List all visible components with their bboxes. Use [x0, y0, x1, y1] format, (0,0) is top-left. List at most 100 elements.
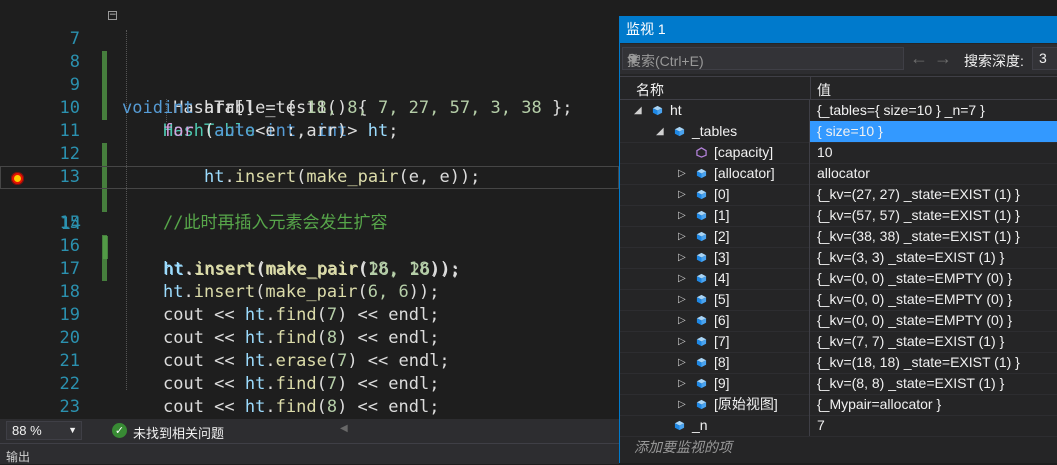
watch-row[interactable]: ▷ [9] {_kv=(8, 8) _state=EXIST (1) }	[620, 373, 1057, 395]
editor-status-bar: 88 % ▼ ✓ 未找到相关问题 ◀	[0, 419, 619, 443]
chevron-down-icon: ▼	[68, 425, 77, 435]
watch-row[interactable]: ▷ [0] {_kv=(27, 27) _state=EXIST (1) }	[620, 184, 1057, 206]
expand-arrow-icon[interactable]: ▷	[678, 310, 686, 331]
watch-row-name: _n	[692, 417, 708, 433]
watch-row-value[interactable]: {_kv=(18, 18) _state=EXIST (1) }	[817, 352, 1020, 373]
watch-row-name-cell: ▷ [9]	[620, 373, 810, 394]
watch-row-value[interactable]: {_kv=(57, 57) _state=EXIST (1) }	[817, 205, 1020, 226]
watch-toolbar: 搜索(Ctrl+E) ⚲ ▼ ← → 搜索深度: 3	[620, 44, 1057, 74]
watch-row-value[interactable]: { size=10 }	[817, 121, 883, 142]
back-arrow-icon[interactable]: ←	[910, 48, 928, 68]
check-icon: ✓	[112, 423, 127, 438]
object-cube-icon	[696, 168, 707, 179]
watch-row-name-cell: ▷ [1]	[620, 205, 810, 226]
code-line: 12	[0, 120, 619, 189]
forward-arrow-icon[interactable]: →	[934, 48, 952, 68]
breakpoint-icon[interactable]	[11, 172, 24, 185]
watch-row-name: [4]	[714, 270, 730, 286]
column-name-header[interactable]: 名称	[636, 80, 664, 100]
expand-arrow-icon[interactable]: ▷	[678, 247, 686, 268]
watch-row[interactable]: [capacity] 10	[620, 142, 1057, 164]
watch-row[interactable]: ◢ ht {_tables={ size=10 } _n=7 }	[620, 100, 1057, 122]
watch-row[interactable]: ▷ [4] {_kv=(0, 0) _state=EMPTY (0) }	[620, 268, 1057, 290]
collapse-arrow-icon[interactable]: ◢	[634, 100, 642, 121]
watch-row-name: [3]	[714, 249, 730, 265]
output-panel-tab[interactable]: 输出	[0, 443, 619, 464]
watch-row[interactable]: ▷ [3] {_kv=(3, 3) _state=EXIST (1) }	[620, 247, 1057, 269]
watch-row[interactable]: ▷ [1] {_kv=(57, 57) _state=EXIST (1) }	[620, 205, 1057, 227]
code-line: 17	[0, 235, 619, 279]
watch-row-value[interactable]: {_kv=(0, 0) _state=EMPTY (0) }	[817, 310, 1012, 331]
watch-row-name: [0]	[714, 186, 730, 202]
watch-row-name-cell: ▷ [原始视图]	[620, 394, 810, 415]
watch-row-value[interactable]: {_kv=(7, 7) _state=EXIST (1) }	[817, 331, 1004, 352]
expand-arrow-icon[interactable]: ▷	[678, 289, 686, 310]
watch-row[interactable]: _n 7	[620, 415, 1057, 437]
expand-arrow-icon[interactable]: ▷	[678, 205, 686, 226]
watch-row[interactable]: ▷ [2] {_kv=(38, 38) _state=EXIST (1) }	[620, 226, 1057, 248]
watch-row-name: [capacity]	[714, 144, 774, 160]
code-line: 16 ht.insert(make_pair(6, 6));	[0, 212, 619, 302]
watch-row[interactable]: ▷ [8] {_kv=(18, 18) _state=EXIST (1) }	[620, 352, 1057, 374]
expand-arrow-icon[interactable]: ▷	[678, 268, 686, 289]
issues-status[interactable]: 未找到相关问题	[133, 423, 224, 442]
search-depth-label: 搜索深度:	[964, 53, 1024, 69]
watch-row-value[interactable]: {_kv=(0, 0) _state=EMPTY (0) }	[817, 289, 1012, 310]
watch-row-value[interactable]: {_kv=(38, 38) _state=EXIST (1) }	[817, 226, 1020, 247]
scroll-left-icon[interactable]: ◀	[340, 423, 348, 434]
code-line: 13 //此时再插入元素会发生扩容	[0, 143, 619, 233]
code-line: 24	[0, 396, 619, 419]
watch-row-value[interactable]: {_kv=(27, 27) _state=EXIST (1) }	[817, 184, 1020, 205]
watch-row-value[interactable]: 10	[817, 142, 833, 163]
watch-row-value[interactable]: {_tables={ size=10 } _n=7 }	[817, 100, 985, 121]
watch-header: 名称 值	[620, 76, 1057, 100]
watch-row-name-cell: [capacity]	[620, 142, 810, 163]
watch-row-value[interactable]: {_Mypair=allocator }	[817, 394, 941, 415]
code-editor[interactable]: 7 − void HashTable_test1() { 8 int arr[]…	[0, 0, 619, 419]
watch-row-name-cell: ▷ [2]	[620, 226, 810, 247]
code-line: 15 ht.insert(make_pair(18, 18));	[0, 189, 619, 279]
object-cube-icon	[696, 315, 707, 326]
search-depth-input[interactable]: 3	[1032, 47, 1057, 70]
column-value-header[interactable]: 值	[817, 80, 831, 100]
zoom-select[interactable]: 88 % ▼	[6, 421, 82, 440]
expand-arrow-icon[interactable]: ▷	[678, 226, 686, 247]
expand-arrow-icon[interactable]: ▷	[678, 331, 686, 352]
watch-row[interactable]: ◢ _tables { size=10 }	[620, 121, 1057, 143]
watch-row-name-cell: ▷ [7]	[620, 331, 810, 352]
watch-row-value[interactable]: {_kv=(0, 0) _state=EMPTY (0) }	[817, 268, 1012, 289]
watch-row-name: [7]	[714, 333, 730, 349]
watch-row-value[interactable]: 7	[817, 415, 825, 436]
expand-arrow-icon[interactable]: ▷	[678, 163, 686, 184]
code-line: 7 − void HashTable_test1() {	[0, 5, 619, 119]
chevron-down-icon[interactable]: ▼	[627, 51, 899, 67]
watch-row-name-cell: ▷ [5]	[620, 289, 810, 310]
add-watch-row[interactable]: 添加要监视的项	[620, 437, 1057, 458]
watch-row-value[interactable]: allocator	[817, 163, 870, 184]
collapse-arrow-icon[interactable]: ◢	[656, 121, 664, 142]
watch-row-name-cell: ▷ [8]	[620, 352, 810, 373]
expand-arrow-icon[interactable]: ▷	[678, 373, 686, 394]
object-cube-icon	[696, 231, 707, 242]
code-line: 18 cout << ht.find(7) << endl;	[0, 258, 619, 325]
watch-row[interactable]: ▷ [5] {_kv=(0, 0) _state=EMPTY (0) }	[620, 289, 1057, 311]
watch-row[interactable]: ▷ [原始视图] {_Mypair=allocator }	[620, 394, 1057, 416]
watch-row[interactable]: ▷ [6] {_kv=(0, 0) _state=EMPTY (0) }	[620, 310, 1057, 332]
fold-icon[interactable]: −	[108, 11, 117, 20]
watch-row[interactable]: ▷ [7] {_kv=(7, 7) _state=EXIST (1) }	[620, 331, 1057, 353]
watch-row-value[interactable]: {_kv=(3, 3) _state=EXIST (1) }	[817, 247, 1004, 268]
object-cube-icon	[674, 126, 685, 137]
expand-arrow-icon[interactable]: ▷	[678, 394, 686, 415]
expand-arrow-icon[interactable]: ▷	[678, 184, 686, 205]
object-cube-icon	[696, 378, 707, 389]
expand-arrow-icon[interactable]: ▷	[678, 352, 686, 373]
watch-row-value[interactable]: {_kv=(8, 8) _state=EXIST (1) }	[817, 373, 1004, 394]
watch-row[interactable]: ▷ [allocator] allocator	[620, 163, 1057, 185]
code-line: 11 ht.insert(make_pair(e, e));	[0, 97, 619, 187]
search-input[interactable]: 搜索(Ctrl+E) ⚲ ▼	[622, 47, 904, 70]
watch-title[interactable]: 监视 1	[620, 16, 1057, 43]
watch-row-name-cell: ▷ [6]	[620, 310, 810, 331]
watch-row-name: [5]	[714, 291, 730, 307]
object-cube-icon	[696, 294, 707, 305]
watch-row-name: [6]	[714, 312, 730, 328]
